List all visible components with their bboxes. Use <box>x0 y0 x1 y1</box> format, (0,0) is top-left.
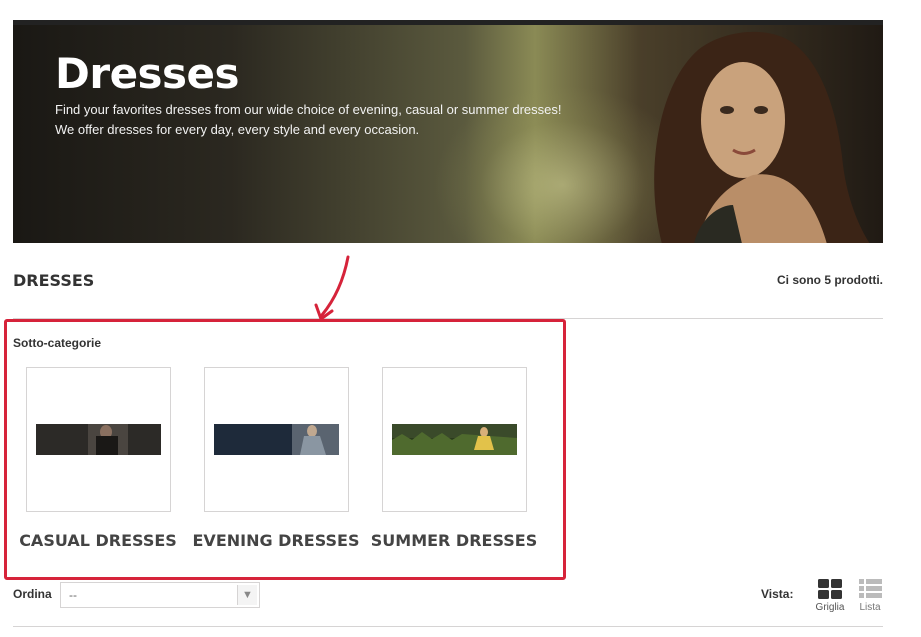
summer-dresses-thumbnail <box>392 424 517 455</box>
subcategory-image-summer[interactable] <box>382 367 527 512</box>
subcategory-link-summer[interactable]: SUMMER DRESSES <box>364 530 544 552</box>
banner-model-image <box>654 31 870 243</box>
banner-title: Dresses <box>55 49 240 98</box>
divider <box>13 626 883 627</box>
list-view-button[interactable]: Lista <box>853 578 887 618</box>
grid-view-icon <box>818 579 842 599</box>
dropdown-arrow-icon[interactable]: ▼ <box>237 585 257 605</box>
grid-view-button[interactable]: Griglia <box>813 578 847 618</box>
sort-select-value: -- <box>69 588 77 602</box>
subcategory-image-evening[interactable] <box>204 367 349 512</box>
evening-dresses-thumbnail <box>214 424 339 455</box>
list-view-icon <box>859 579 882 598</box>
subcategories-heading: Sotto-categorie <box>13 336 102 350</box>
category-banner: Dresses Find your favorites dresses from… <box>13 20 883 243</box>
subcategory-link-casual[interactable]: CASUAL DRESSES <box>8 530 188 552</box>
subcategory-link-evening[interactable]: EVENING DRESSES <box>186 530 366 552</box>
casual-dresses-thumbnail <box>36 424 161 455</box>
banner-description-line-2: We offer dresses for every day, every st… <box>55 122 420 137</box>
page-title: DRESSES <box>13 271 95 290</box>
view-label: Vista: <box>761 587 794 601</box>
annotation-arrow-icon <box>314 255 350 321</box>
product-count: Ci sono 5 prodotti. <box>777 273 883 287</box>
sort-select[interactable]: -- ▼ <box>60 582 260 608</box>
sort-label: Ordina <box>13 587 52 601</box>
list-view-label: Lista <box>859 602 881 613</box>
subcategory-image-casual[interactable] <box>26 367 171 512</box>
banner-description-line-1: Find your favorites dresses from our wid… <box>55 102 562 117</box>
grid-view-label: Griglia <box>815 602 845 613</box>
